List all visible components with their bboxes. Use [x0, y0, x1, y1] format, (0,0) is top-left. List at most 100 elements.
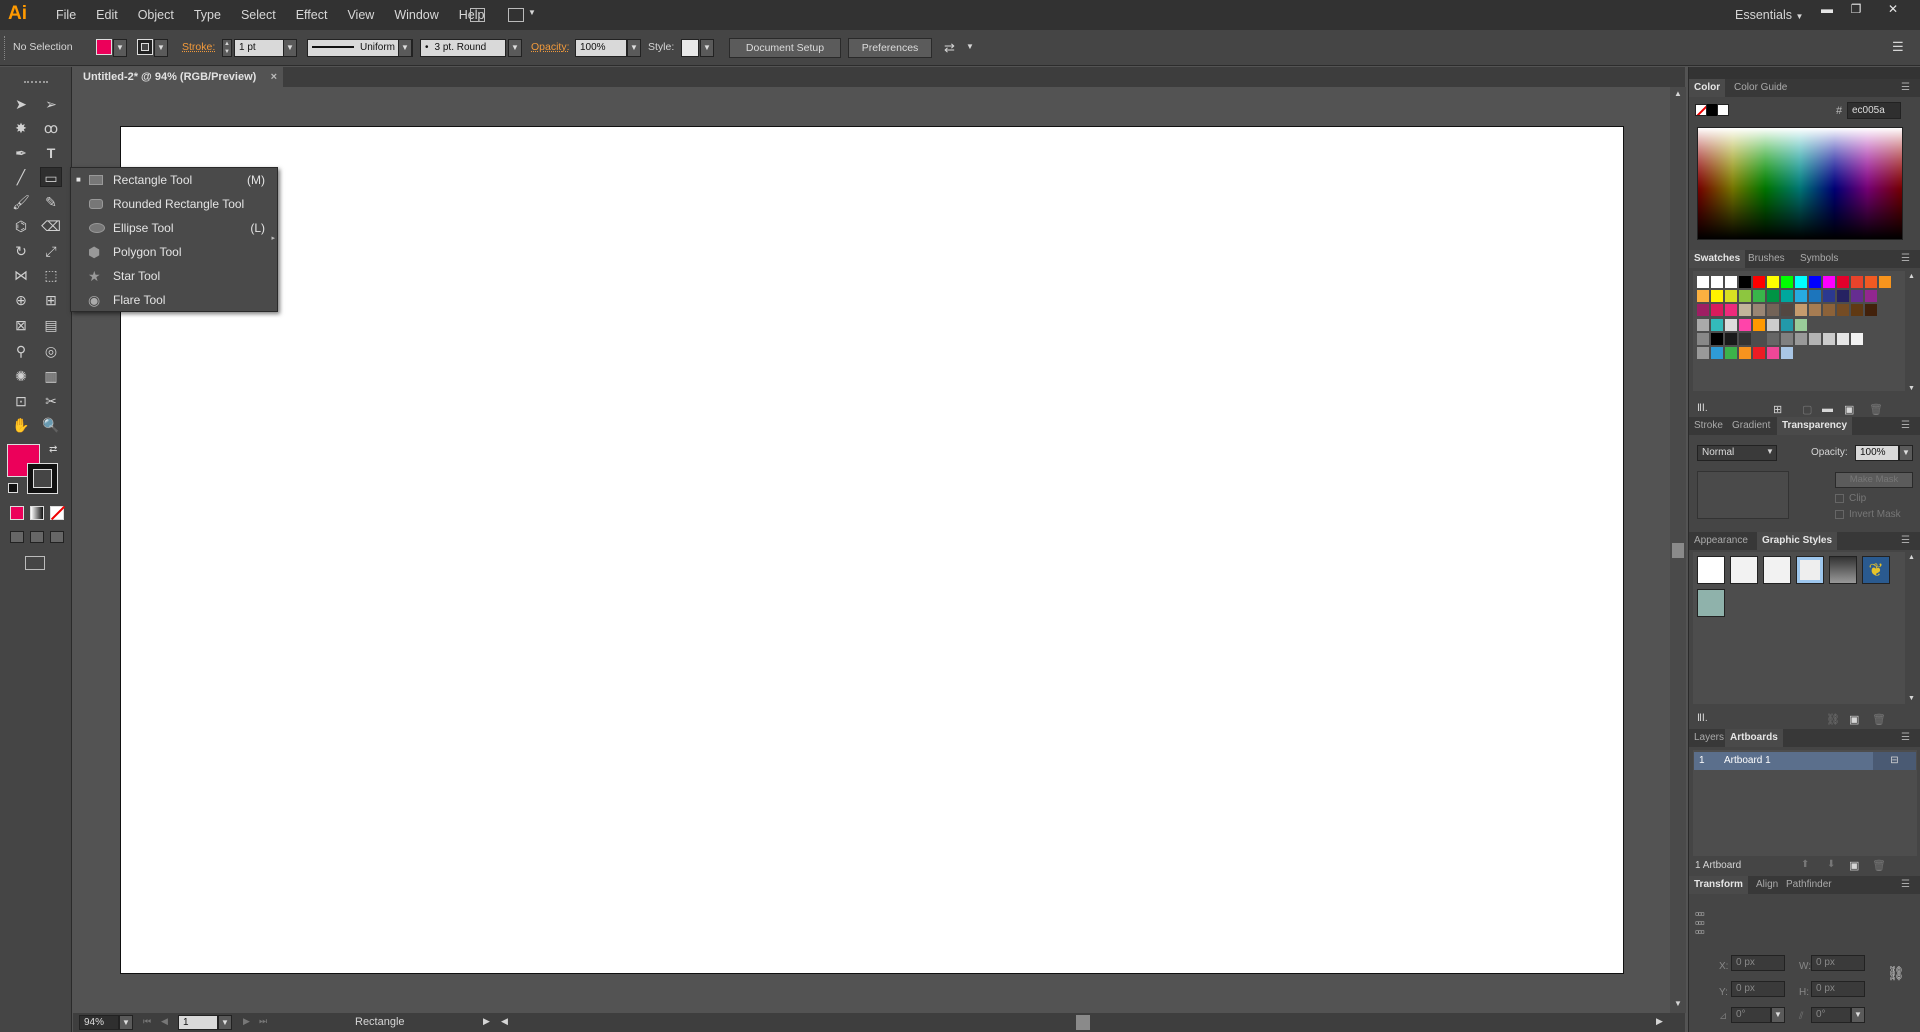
swatch[interactable] [1781, 304, 1793, 316]
swatch[interactable] [1725, 319, 1737, 331]
scale-tool-icon[interactable]: ⤢ [40, 241, 62, 261]
swatch[interactable] [1781, 319, 1793, 331]
flyout-rectangle-tool[interactable]: ■ Rectangle Tool (M) [71, 168, 279, 192]
stroke-stepper[interactable]: ▲ ▼ [222, 39, 232, 57]
isolate-object-icon[interactable]: ⇄ [944, 40, 955, 56]
stroke-weight-dropdown[interactable]: ▼ [283, 39, 297, 57]
scroll-left-icon[interactable]: ◀ [501, 1016, 508, 1027]
swatch[interactable] [1725, 276, 1737, 288]
tab-artboards[interactable]: Artboards [1725, 729, 1783, 747]
style-libraries-icon[interactable]: ⅡⅠ. [1697, 713, 1708, 724]
swatch[interactable] [1767, 333, 1779, 345]
panel-menu-icon[interactable]: ☰ [1896, 250, 1915, 268]
shear-angle-dropdown[interactable]: ▼ [1851, 1007, 1865, 1023]
new-artboard-icon[interactable]: ▣ [1849, 859, 1859, 872]
tab-gradient[interactable]: Gradient [1727, 417, 1775, 435]
make-mask-button[interactable]: Make Mask [1835, 472, 1913, 488]
arrange-documents-icon[interactable] [508, 8, 524, 22]
swatch[interactable] [1865, 304, 1877, 316]
paintbrush-tool-icon[interactable]: 🖌 [10, 192, 32, 212]
preferences-button[interactable]: Preferences [848, 38, 932, 58]
default-style-swatch[interactable] [1697, 556, 1725, 584]
brush-definition[interactable]: • 3 pt. Round [420, 39, 506, 57]
swatch[interactable] [1711, 347, 1723, 359]
artboard-number-field[interactable]: 1 [178, 1015, 218, 1030]
menu-file[interactable]: File [46, 0, 86, 30]
shear-angle-field[interactable]: 0° [1811, 1007, 1851, 1023]
show-swatch-kinds-icon[interactable]: ⊞ [1773, 403, 1782, 416]
swatch[interactable] [1781, 276, 1793, 288]
swatch[interactable] [1753, 319, 1765, 331]
swatch[interactable] [1809, 333, 1821, 345]
swatch-options-icon[interactable]: ▢ [1802, 403, 1812, 416]
swatch[interactable] [1865, 276, 1877, 288]
delete-style-icon[interactable]: 🗑 [1872, 713, 1886, 726]
stroke-weight-field[interactable]: 1 pt [234, 39, 284, 57]
zoom-dropdown[interactable]: ▼ [119, 1015, 133, 1030]
swatch[interactable] [1851, 290, 1863, 302]
minimize-button[interactable]: ▬ [1814, 2, 1840, 16]
transparency-opacity-dropdown[interactable]: ▼ [1899, 445, 1913, 461]
brush-dropdown[interactable]: ▼ [508, 39, 522, 57]
new-color-group-icon[interactable]: ▬ [1822, 403, 1833, 415]
blend-tool-icon[interactable]: ◎ [40, 341, 62, 361]
blend-mode-select[interactable]: Normal [1697, 445, 1777, 461]
clip-checkbox[interactable] [1835, 494, 1844, 503]
menu-object[interactable]: Object [128, 0, 184, 30]
style-dropdown[interactable]: ▼ [700, 39, 714, 57]
move-up-icon[interactable]: ⬆ [1801, 859, 1809, 870]
swatch[interactable] [1711, 333, 1723, 345]
menu-edit[interactable]: Edit [86, 0, 128, 30]
tab-graphic-styles[interactable]: Graphic Styles [1757, 532, 1838, 550]
rotate-angle-field[interactable]: 0° [1731, 1007, 1771, 1023]
menu-view[interactable]: View [337, 0, 384, 30]
draw-behind-icon[interactable] [30, 531, 44, 543]
swatch[interactable] [1753, 304, 1765, 316]
swatch[interactable] [1781, 290, 1793, 302]
swatch[interactable] [1781, 333, 1793, 345]
swatch[interactable] [1795, 290, 1807, 302]
panel-menu-icon[interactable]: ☰ [1896, 729, 1915, 747]
last-artboard-icon[interactable]: ⏭ [259, 1016, 267, 1027]
screen-mode-icon[interactable] [25, 556, 45, 570]
swatch[interactable] [1697, 347, 1709, 359]
delete-artboard-icon[interactable]: 🗑 [1872, 859, 1886, 872]
swatch[interactable] [1697, 290, 1709, 302]
gradient-mode-icon[interactable] [30, 506, 44, 520]
magic-wand-tool-icon[interactable]: ✸ [10, 118, 32, 138]
next-artboard-icon[interactable]: ▶ [243, 1016, 250, 1027]
white-swatch[interactable] [1717, 104, 1729, 116]
swatch[interactable] [1851, 276, 1863, 288]
artboard-number-dropdown[interactable]: ▼ [218, 1015, 232, 1030]
scroll-up-icon[interactable]: ▲ [1908, 273, 1915, 280]
swatch[interactable] [1809, 276, 1821, 288]
swatch[interactable] [1837, 304, 1849, 316]
opacity-label[interactable]: Opacity: [531, 41, 570, 53]
tab-symbols[interactable]: Symbols [1795, 250, 1843, 268]
move-down-icon[interactable]: ⬇ [1827, 859, 1835, 870]
swatch[interactable] [1767, 290, 1779, 302]
restore-button[interactable]: ❐ [1843, 2, 1869, 16]
break-link-icon[interactable]: ⛓ [1826, 713, 1840, 726]
style-swatch[interactable]: ❦ [1862, 556, 1890, 584]
panel-menu-icon[interactable]: ☰ [1896, 79, 1915, 97]
shape-builder-tool-icon[interactable]: ⊕ [10, 290, 32, 310]
opacity-field[interactable]: 100% [575, 39, 627, 57]
mesh-tool-icon[interactable]: ⊠ [10, 315, 32, 335]
hand-tool-icon[interactable]: ✋ [10, 415, 32, 435]
swatch[interactable] [1753, 276, 1765, 288]
flyout-flare-tool[interactable]: ◉ Flare Tool [71, 288, 279, 312]
scroll-down-icon[interactable]: ▼ [1908, 385, 1915, 392]
none-swatch-icon[interactable] [1695, 104, 1707, 116]
zoom-tool-icon[interactable]: 🔍 [40, 415, 62, 435]
fill-swatch[interactable] [96, 39, 112, 55]
lasso-tool-icon[interactable]: ꝏ [40, 118, 62, 138]
swatch[interactable] [1739, 347, 1751, 359]
opacity-dropdown[interactable]: ▼ [627, 39, 641, 57]
menu-effect[interactable]: Effect [286, 0, 338, 30]
swatch[interactable] [1711, 290, 1723, 302]
constrain-proportions-icon[interactable]: ⛓ [1887, 965, 1905, 982]
tab-brushes[interactable]: Brushes [1743, 250, 1790, 268]
transparency-opacity-field[interactable]: 100% [1855, 445, 1899, 461]
swatch[interactable] [1767, 319, 1779, 331]
